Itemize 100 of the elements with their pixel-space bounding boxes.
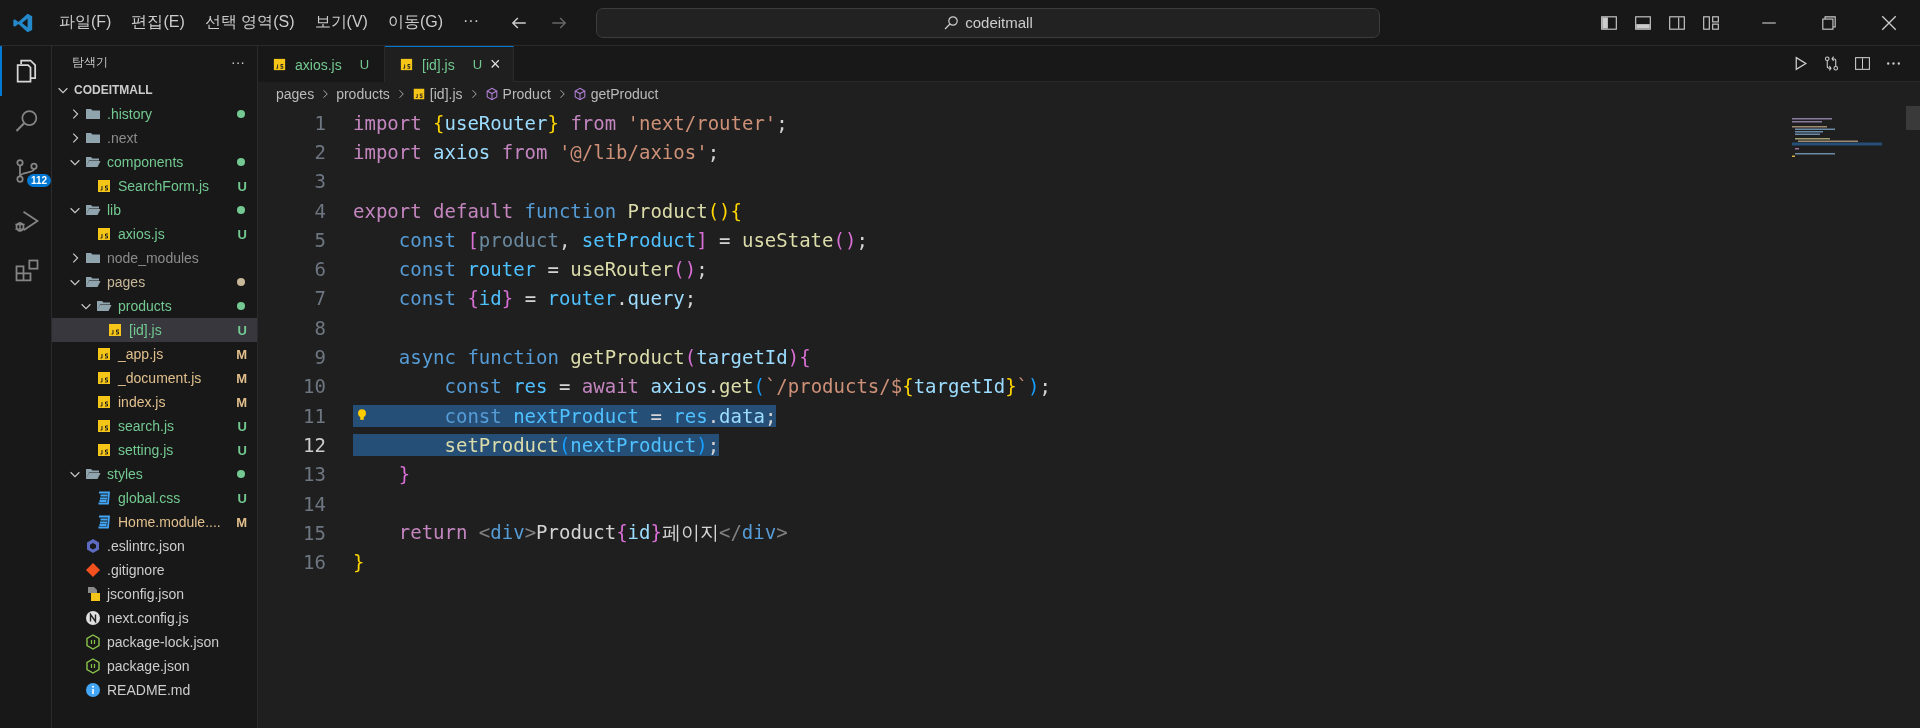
git-status: U: [237, 418, 247, 434]
folder-icon: [85, 250, 101, 266]
tree-item[interactable]: node_modules: [52, 246, 257, 270]
tree-item[interactable]: jsconfig.json: [52, 582, 257, 606]
tree-item[interactable]: next.config.js: [52, 606, 257, 630]
file-name: package-lock.json: [107, 634, 221, 650]
tree-item[interactable]: pages: [52, 270, 257, 294]
line-number: 13: [302, 463, 326, 486]
folder-icon: [85, 274, 101, 290]
file-name: components: [107, 154, 185, 170]
folder-icon: [85, 202, 101, 218]
file-name: axios.js: [118, 226, 166, 242]
file-name: Home.module....: [118, 514, 222, 530]
hexagon-icon: [85, 634, 101, 650]
file-name: [id].js: [129, 322, 163, 338]
git-status: U: [237, 226, 247, 242]
tree-item[interactable]: [id].js U: [52, 318, 257, 342]
tree-item[interactable]: package.json: [52, 654, 257, 678]
line-number: 4: [313, 199, 326, 222]
hexagon-icon: [85, 658, 101, 674]
breadcrumb-item[interactable]: Product: [502, 86, 551, 102]
toggle-panel-icon[interactable]: [1634, 13, 1652, 32]
file-name: setting.js: [118, 442, 175, 458]
line-number: 7: [313, 287, 326, 310]
line-number: 10: [302, 375, 326, 398]
tree-item[interactable]: .gitignore: [52, 558, 257, 582]
code-line: return <div>Product{id}페이지</div>: [397, 520, 788, 543]
css-icon: [96, 514, 112, 530]
tree-item[interactable]: setting.js U: [52, 438, 257, 462]
breadcrumb-item[interactable]: pages: [276, 86, 315, 102]
file-name: _document.js: [118, 370, 203, 386]
menu-item[interactable]: 파일(F): [50, 8, 121, 37]
file-name: README.md: [107, 682, 192, 698]
tree-item[interactable]: search.js U: [52, 414, 257, 438]
breadcrumb-item[interactable]: products: [336, 86, 390, 102]
count-badge: 112: [27, 174, 52, 187]
file-name: .history: [107, 106, 154, 122]
file-name: products: [118, 298, 173, 314]
toggle-sidebar-icon[interactable]: [1600, 13, 1618, 32]
circle-icon: [85, 610, 101, 626]
code-line: const [product, setProduct] = useState();: [397, 228, 868, 251]
scrollbar-thumb[interactable]: [1906, 106, 1920, 130]
tree-item[interactable]: index.js M: [52, 390, 257, 414]
file-name: global.css: [118, 490, 182, 506]
file-name: search.js: [118, 418, 176, 434]
code-line: const {id} = router.query;: [397, 287, 697, 310]
tree-item[interactable]: lib: [52, 198, 257, 222]
tree-item[interactable]: products: [52, 294, 257, 318]
git-status: U: [237, 178, 247, 194]
menu-item[interactable]: 선택 영역(S): [195, 8, 304, 37]
tree-item[interactable]: components: [52, 150, 257, 174]
more-menu[interactable]: ···: [454, 8, 488, 37]
tree-item[interactable]: .history: [52, 102, 257, 126]
tree-item[interactable]: SearchForm.js U: [52, 174, 257, 198]
split-layout-icon[interactable]: [1668, 13, 1686, 32]
config-file-icon: [85, 586, 101, 602]
close-icon[interactable]: [1880, 13, 1898, 32]
project-header[interactable]: CODEITMALL: [52, 78, 257, 102]
tree-item[interactable]: styles: [52, 462, 257, 486]
js-icon: [272, 57, 287, 72]
code-line: import {useRouter} from 'next/router';: [353, 111, 788, 134]
tree-item[interactable]: package-lock.json: [52, 630, 257, 654]
folder-icon: [85, 466, 101, 482]
tree-item[interactable]: global.css U: [52, 486, 257, 510]
split-editor-icon[interactable]: [1854, 55, 1871, 72]
file-name: node_modules: [107, 250, 200, 266]
js-icon: [96, 370, 112, 386]
file-name: pages: [107, 274, 147, 290]
more-actions[interactable]: ···: [231, 54, 245, 70]
diamond-icon: [85, 562, 101, 578]
js-icon: [107, 322, 123, 338]
tree-item[interactable]: README.md: [52, 678, 257, 702]
lightbulb-icon[interactable]: [355, 406, 369, 423]
menu-item[interactable]: 편집(E): [122, 8, 194, 37]
line-number: 15: [302, 521, 326, 544]
command-search-field[interactable]: codeitmall: [595, 7, 1380, 38]
line-number: 12: [302, 433, 326, 456]
tree-item[interactable]: axios.js U: [52, 222, 257, 246]
line-number: 14: [302, 492, 326, 515]
breadcrumb-item[interactable]: getProduct: [590, 86, 659, 102]
line-number: 3: [313, 170, 326, 193]
css-icon: [96, 490, 112, 506]
file-name: _app.js: [118, 346, 165, 362]
info-icon: [85, 682, 101, 698]
restore-icon[interactable]: [1820, 13, 1838, 32]
compare-changes-icon[interactable]: [1823, 55, 1840, 72]
js-icon: [399, 57, 414, 72]
menu-item[interactable]: 이동(G): [378, 8, 452, 37]
editor-tab[interactable]: [id].js U ×: [385, 46, 514, 82]
tree-item[interactable]: .eslintrc.json: [52, 534, 257, 558]
cube-icon: [572, 87, 587, 101]
js-icon: [96, 442, 112, 458]
tree-item[interactable]: _document.js M: [52, 366, 257, 390]
tree-item[interactable]: .next: [52, 126, 257, 150]
customize-layout-icon[interactable]: [1702, 13, 1720, 32]
tree-item[interactable]: Home.module.... M: [52, 510, 257, 534]
menu-item[interactable]: 보기(V): [305, 8, 377, 37]
tree-item[interactable]: _app.js M: [52, 342, 257, 366]
breadcrumb-item[interactable]: [id].js: [429, 86, 463, 102]
code-line: export default function Product(){: [353, 199, 742, 222]
